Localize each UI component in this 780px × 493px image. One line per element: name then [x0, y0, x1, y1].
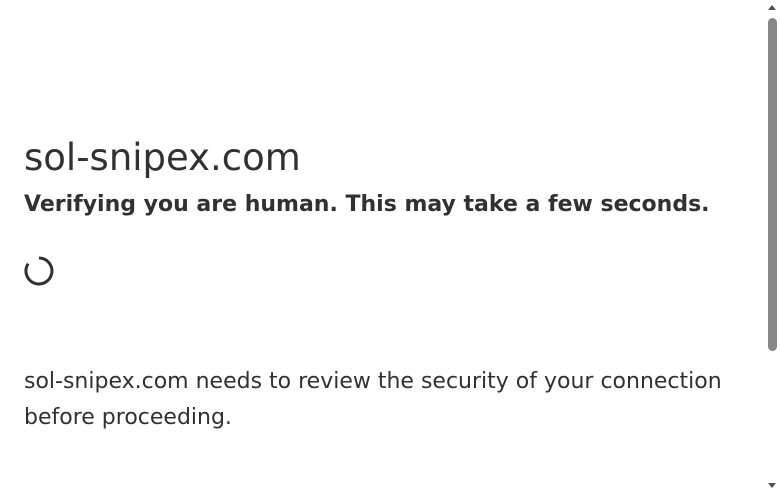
vertical-scrollbar[interactable] — [765, 0, 780, 493]
scroll-up-arrow-icon[interactable] — [768, 5, 776, 10]
verification-subtitle: Verifying you are human. This may take a… — [24, 192, 710, 217]
scroll-down-arrow-icon[interactable] — [768, 483, 776, 488]
site-title: sol-snipex.com — [24, 136, 301, 179]
scroll-thumb[interactable] — [768, 18, 777, 351]
loading-spinner-icon — [24, 256, 54, 286]
security-review-message: sol-snipex.com needs to review the secur… — [24, 369, 722, 430]
